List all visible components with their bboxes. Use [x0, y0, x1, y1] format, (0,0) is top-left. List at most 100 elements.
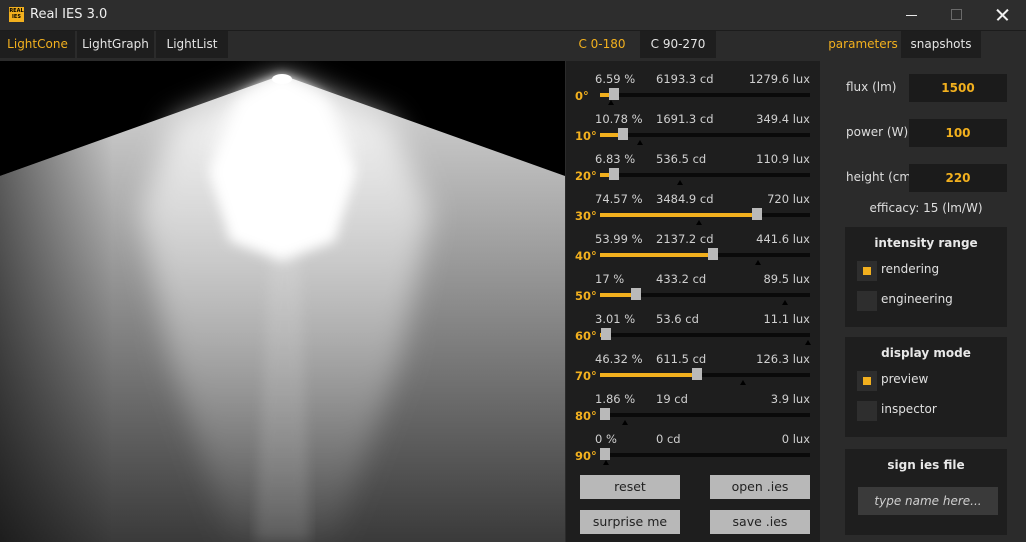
angle-slider-thumb[interactable]	[630, 288, 641, 300]
angle-slider-thumb[interactable]	[601, 328, 612, 340]
angle-degree: 80°	[575, 409, 597, 423]
angle-lux: 349.4 lux	[756, 112, 810, 126]
engineering-label: engineering	[881, 292, 953, 306]
angle-row: 74.57 % 3484.9 cd 720 lux 30°	[566, 184, 820, 225]
angle-slider-thumb[interactable]	[600, 408, 610, 420]
angle-slider-track[interactable]	[600, 248, 810, 265]
angle-slider-thumb[interactable]	[600, 448, 610, 460]
angle-candela: 536.5 cd	[656, 152, 707, 166]
angle-slider-thumb[interactable]	[617, 128, 628, 140]
height-input[interactable]: 220	[909, 164, 1007, 192]
reset-button[interactable]: reset	[580, 475, 680, 499]
parameters-panel: flux (lm) 1500 power (W) 100 height (cm)…	[826, 61, 1026, 542]
angle-candela: 0 cd	[656, 432, 681, 446]
sign-ies-box: sign ies file type name here...	[845, 449, 1007, 535]
angle-degree: 10°	[575, 129, 597, 143]
inspector-label: inspector	[881, 402, 937, 416]
save-ies-button[interactable]: save .ies	[710, 510, 810, 534]
view-tabs: LightCone LightGraph LightList	[0, 31, 566, 58]
angle-slider-fill	[600, 373, 698, 377]
height-label: height (cm)	[846, 170, 916, 184]
angle-percent: 74.57 %	[595, 192, 643, 206]
angle-slider-track[interactable]	[600, 208, 810, 225]
angle-candela: 3484.9 cd	[656, 192, 714, 206]
intensity-range-title: intensity range	[874, 236, 978, 250]
angle-degree: 40°	[575, 249, 597, 263]
angle-degree: 50°	[575, 289, 597, 303]
preview-option[interactable]: preview	[857, 371, 997, 391]
angle-slider-track[interactable]	[600, 448, 810, 465]
angle-slider-fill	[600, 253, 714, 257]
angle-lux: 110.9 lux	[756, 152, 810, 166]
preview-checkbox[interactable]	[857, 371, 877, 391]
angle-marker-icon	[603, 460, 610, 465]
angle-lux: 3.9 lux	[770, 392, 810, 406]
engineering-option[interactable]: engineering	[857, 291, 997, 311]
minimize-button[interactable]	[888, 0, 934, 30]
flux-row: flux (lm) 1500	[826, 74, 1026, 102]
title-bar: REAL IES Real IES 3.0	[0, 0, 1026, 31]
tab-c-90-270[interactable]: C 90-270	[640, 31, 716, 58]
tab-c-0-180[interactable]: C 0-180	[566, 31, 638, 58]
close-button[interactable]	[980, 0, 1026, 30]
tab-parameters[interactable]: parameters	[826, 31, 900, 58]
angle-slider-track[interactable]	[600, 288, 810, 305]
power-input[interactable]: 100	[909, 119, 1007, 147]
tab-lightgraph[interactable]: LightGraph	[77, 31, 154, 58]
maximize-button[interactable]	[934, 0, 980, 30]
angle-slider-track[interactable]	[600, 168, 810, 185]
tab-lightcone[interactable]: LightCone	[0, 31, 75, 58]
inspector-option[interactable]: inspector	[857, 401, 997, 421]
engineering-checkbox[interactable]	[857, 291, 877, 311]
flux-input[interactable]: 1500	[909, 74, 1007, 102]
angle-lux: 0 lux	[781, 432, 810, 446]
angle-slider-thumb[interactable]	[692, 368, 703, 380]
angle-candela: 53.6 cd	[656, 312, 699, 326]
angle-slider-thumb[interactable]	[609, 168, 620, 180]
angle-row: 17 % 433.2 cd 89.5 lux 50°	[566, 264, 820, 305]
efficacy-readout: efficacy: 15 (lm/W)	[869, 201, 983, 215]
inspector-checkbox[interactable]	[857, 401, 877, 421]
angle-slider-list: 6.59 % 6193.3 cd 1279.6 lux 0° 10.78 % 1691.3…	[566, 61, 820, 542]
angle-slider-thumb[interactable]	[708, 248, 719, 260]
power-label: power (W)	[846, 125, 909, 139]
intensity-range-box: intensity range rendering engineering	[845, 227, 1007, 327]
c-plane-tabs: C 0-180 C 90-270	[566, 31, 826, 58]
surprise-me-button[interactable]: surprise me	[580, 510, 680, 534]
angle-candela: 611.5 cd	[656, 352, 707, 366]
angle-slider-track[interactable]	[600, 328, 811, 345]
angle-percent: 17 %	[595, 272, 625, 286]
angle-degree: 90°	[575, 449, 597, 463]
height-row: height (cm) 220	[826, 164, 1026, 192]
rendering-checkbox[interactable]	[857, 261, 877, 281]
signature-name-input[interactable]: type name here...	[858, 487, 998, 515]
angle-slider-track[interactable]	[600, 408, 810, 425]
angle-slider-thumb[interactable]	[751, 208, 762, 220]
rendering-label: rendering	[881, 262, 940, 276]
angle-lux: 126.3 lux	[756, 352, 810, 366]
flux-label: flux (lm)	[846, 80, 897, 94]
angle-lux: 1279.6 lux	[748, 72, 810, 86]
light-cone-render	[0, 61, 565, 542]
angle-slider-thumb[interactable]	[608, 88, 619, 100]
angle-candela: 19 cd	[656, 392, 688, 406]
angle-row: 6.59 % 6193.3 cd 1279.6 lux 0°	[566, 64, 820, 105]
rendering-option[interactable]: rendering	[857, 261, 997, 281]
angle-percent: 3.01 %	[595, 312, 636, 326]
preview-label: preview	[881, 372, 929, 386]
window-title: Real IES 3.0	[30, 7, 108, 22]
angle-percent: 46.32 %	[595, 352, 643, 366]
angle-candela: 2137.2 cd	[656, 232, 714, 246]
light-cone-preview[interactable]	[0, 61, 565, 542]
angle-lux: 89.5 lux	[763, 272, 810, 286]
open-ies-button[interactable]: open .ies	[710, 475, 810, 499]
angle-percent: 53.99 %	[595, 232, 643, 246]
angle-slider-track[interactable]	[600, 128, 810, 145]
display-mode-box: display mode preview inspector	[845, 337, 1007, 437]
angle-slider-track[interactable]	[600, 368, 810, 385]
tab-lightlist[interactable]: LightList	[156, 31, 228, 58]
power-row: power (W) 100	[826, 119, 1026, 147]
angle-slider-track[interactable]	[600, 88, 810, 105]
tab-snapshots[interactable]: snapshots	[901, 31, 981, 58]
angle-degree: 20°	[575, 169, 597, 183]
